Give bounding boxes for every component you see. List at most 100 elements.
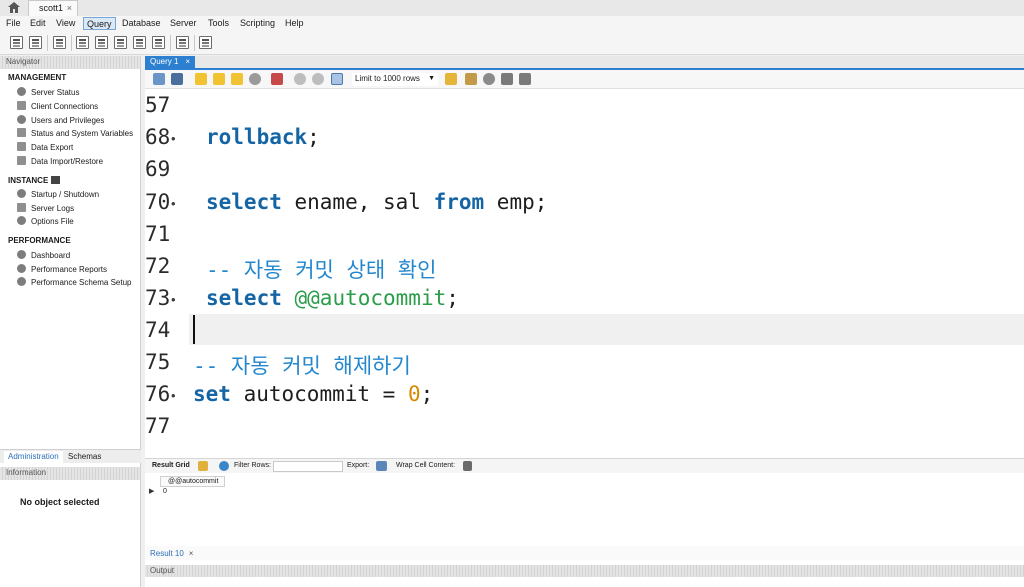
- instance-title: INSTANCE: [8, 176, 61, 185]
- nav-item-client-connections[interactable]: Client Connections: [17, 101, 98, 113]
- menu-query[interactable]: Query: [83, 17, 116, 30]
- create-procedure-icon[interactable]: [133, 36, 146, 49]
- result-grid: @@autocommit ▶ 0: [145, 473, 1024, 550]
- menu-server[interactable]: Server: [167, 17, 200, 30]
- nav-item-server-status[interactable]: Server Status: [17, 87, 79, 99]
- nav-item-label: Server Logs: [31, 204, 75, 213]
- filter-rows-input[interactable]: [273, 461, 343, 472]
- tab-query-1[interactable]: Query 1 ×: [145, 56, 195, 70]
- search-table-data-icon[interactable]: [176, 36, 189, 49]
- refresh-icon[interactable]: [219, 461, 229, 471]
- limit-rows-label: Limit to 1000 rows: [355, 74, 420, 83]
- column-header-autocommit[interactable]: @@autocommit: [160, 476, 225, 487]
- number-literal: 0: [407, 382, 421, 406]
- menu-scripting[interactable]: Scripting: [237, 17, 278, 30]
- nav-item-status-variables[interactable]: Status and System Variables: [17, 128, 133, 140]
- home-icon[interactable]: [8, 2, 20, 13]
- statement-dot-icon: •: [171, 388, 176, 403]
- nav-item-label: Startup / Shutdown: [31, 190, 100, 199]
- client-connections-icon: [17, 101, 26, 110]
- limit-rows-select[interactable]: Limit to 1000 rows ▼: [352, 73, 438, 86]
- open-file-icon[interactable]: [153, 73, 165, 85]
- search-icon[interactable]: [483, 73, 495, 85]
- invisible-chars-icon[interactable]: [501, 73, 513, 85]
- toolbar-separator: [47, 35, 48, 51]
- toggle-error-icon[interactable]: [271, 73, 283, 85]
- open-sql-file-icon[interactable]: [29, 36, 42, 49]
- nav-item-options-file[interactable]: Options File: [17, 216, 74, 228]
- data-import-icon: [17, 156, 26, 165]
- result-tabbar: Result 10 ×: [145, 546, 1024, 560]
- nav-item-data-import[interactable]: Data Import/Restore: [17, 156, 103, 168]
- create-function-icon[interactable]: [152, 36, 165, 49]
- row-pointer-icon: ▶: [149, 488, 155, 495]
- nav-item-label: Data Export: [31, 143, 74, 152]
- query-tab-title: Query 1: [150, 57, 179, 66]
- menu-edit[interactable]: Edit: [27, 17, 49, 30]
- menu-help[interactable]: Help: [282, 17, 307, 30]
- create-view-icon[interactable]: [114, 36, 127, 49]
- save-icon[interactable]: [171, 73, 183, 85]
- execute-statement-icon[interactable]: [213, 73, 225, 85]
- inspector-icon[interactable]: [53, 36, 66, 49]
- nav-item-server-logs[interactable]: Server Logs: [17, 203, 74, 215]
- wrap-cell-icon[interactable]: [463, 461, 472, 471]
- line-number: 74: [145, 318, 171, 342]
- grid-icon[interactable]: [198, 461, 208, 471]
- toolbar-separator: [170, 35, 171, 51]
- table-cell[interactable]: 0: [163, 488, 167, 495]
- stop-icon[interactable]: [249, 73, 261, 85]
- nav-item-dashboard[interactable]: Dashboard: [17, 250, 70, 262]
- code-text: emp;: [484, 190, 548, 214]
- close-icon[interactable]: ×: [185, 57, 190, 66]
- create-table-icon[interactable]: [95, 36, 108, 49]
- menu-tools[interactable]: Tools: [205, 17, 232, 30]
- sql-editor[interactable]: 57 68 • 69 70 • 71 72 73 • 74 75 76 • 77…: [145, 89, 1024, 471]
- statement-dot-icon: •: [171, 292, 176, 307]
- navigator-header: Navigator: [0, 56, 141, 69]
- nav-item-label: Performance Schema Setup: [31, 278, 132, 287]
- menu-view[interactable]: View: [53, 17, 78, 30]
- nav-item-performance-reports[interactable]: Performance Reports: [17, 264, 107, 276]
- server-status-icon: [17, 87, 26, 96]
- bookmark-icon[interactable]: [445, 73, 457, 85]
- create-schema-icon[interactable]: [76, 36, 89, 49]
- code-text: autocommit =: [230, 382, 408, 406]
- schema-setup-icon: [17, 277, 26, 286]
- wrap-cell-label: Wrap Cell Content:: [396, 462, 456, 469]
- reconnect-icon[interactable]: [199, 36, 212, 49]
- nav-item-data-export[interactable]: Data Export: [17, 142, 73, 154]
- beautify-icon[interactable]: [465, 73, 477, 85]
- system-variable: @@autocommit: [294, 286, 447, 310]
- text-caret: [193, 315, 195, 344]
- statement-dot-icon: •: [171, 196, 176, 211]
- line-number: 71: [145, 222, 171, 246]
- close-icon[interactable]: ×: [189, 549, 194, 558]
- menu-file[interactable]: File: [3, 17, 24, 30]
- result-grid-label[interactable]: Result Grid: [152, 462, 190, 469]
- tab-administration[interactable]: Administration: [4, 451, 63, 463]
- close-icon[interactable]: ×: [67, 3, 72, 13]
- wrap-lines-icon[interactable]: [519, 73, 531, 85]
- tab-schemas[interactable]: Schemas: [64, 451, 105, 463]
- execute-icon[interactable]: [195, 73, 207, 85]
- new-sql-tab-icon[interactable]: [10, 36, 23, 49]
- explain-icon[interactable]: [231, 73, 243, 85]
- tab-result-10[interactable]: Result 10 ×: [150, 549, 193, 558]
- autocommit-icon[interactable]: [331, 73, 343, 85]
- export-icon[interactable]: [376, 461, 387, 471]
- nav-item-performance-schema[interactable]: Performance Schema Setup: [17, 277, 132, 289]
- nav-item-users-privileges[interactable]: Users and Privileges: [17, 115, 104, 127]
- rollback-icon[interactable]: [312, 73, 324, 85]
- performance-title: PERFORMANCE: [8, 236, 71, 245]
- nav-item-label: Status and System Variables: [31, 129, 134, 138]
- nav-item-startup-shutdown[interactable]: Startup / Shutdown: [17, 189, 99, 201]
- menu-database[interactable]: Database: [119, 17, 164, 30]
- commit-icon[interactable]: [294, 73, 306, 85]
- status-variables-icon: [17, 128, 26, 137]
- code-line-rollback: rollback;: [206, 125, 320, 149]
- connection-tab[interactable]: scott1 ×: [28, 0, 78, 16]
- instance-title-label: INSTANCE: [8, 176, 49, 185]
- navigator-panel: Navigator MANAGEMENT Server Status Clien…: [0, 56, 141, 587]
- nav-item-label: Users and Privileges: [31, 116, 105, 125]
